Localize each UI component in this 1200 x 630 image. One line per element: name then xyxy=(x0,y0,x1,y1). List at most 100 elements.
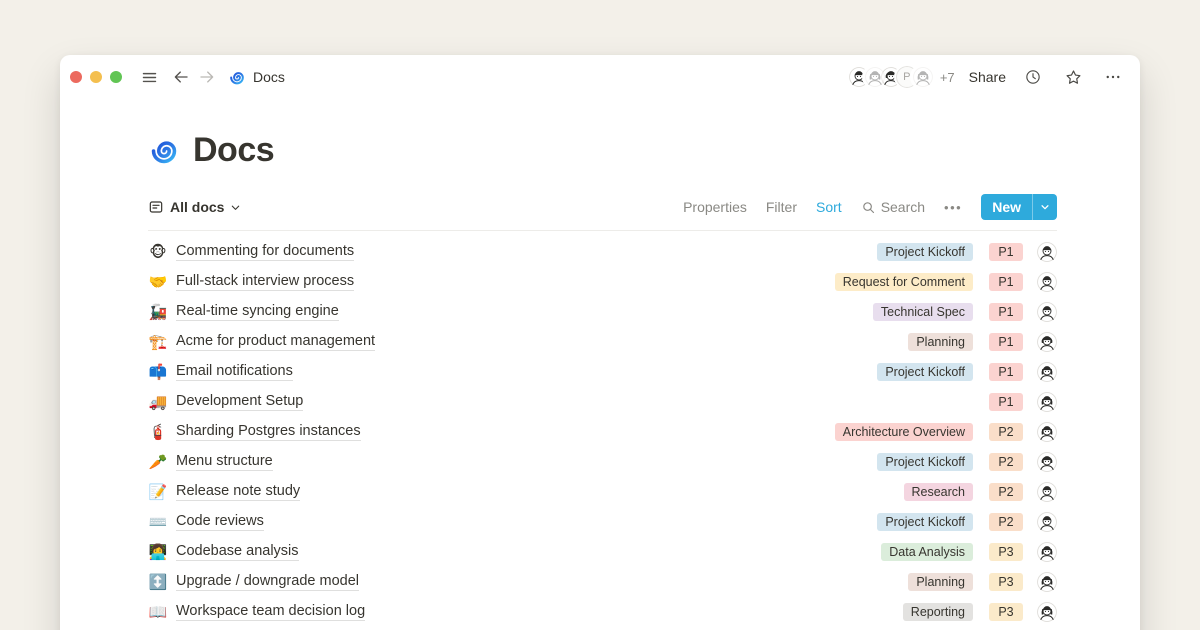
list-item[interactable]: 🐵 Commenting for documents Project Kicko… xyxy=(148,237,1057,267)
priority-badge: P3 xyxy=(989,573,1023,591)
app-window: Docs P +7 Share Docs xyxy=(60,55,1140,630)
chevron-down-icon xyxy=(1040,202,1050,212)
list-item[interactable]: ↕️ Upgrade / downgrade model Planning P3 xyxy=(148,567,1057,597)
assignee-avatar xyxy=(1037,602,1057,622)
collaborator-avatar[interactable] xyxy=(912,66,934,88)
view-toolbar: All docs Properties Filter Sort Search •… xyxy=(148,194,1057,220)
doc-type-tag: Request for Comment xyxy=(835,273,973,291)
doc-type-tag: Technical Spec xyxy=(873,303,973,321)
collaborator-avatar[interactable] xyxy=(864,66,886,88)
doc-emoji-icon: 📖 xyxy=(148,605,168,620)
doc-title-link[interactable]: Sharding Postgres instances xyxy=(176,423,361,441)
page-header: Docs xyxy=(148,131,1057,170)
doc-title-link[interactable]: Release note study xyxy=(176,483,300,501)
chevron-down-icon xyxy=(230,202,241,213)
sidebar-menu-button[interactable] xyxy=(136,64,162,90)
doc-title-link[interactable]: Real-time syncing engine xyxy=(176,303,339,321)
doc-title-link[interactable]: Menu structure xyxy=(176,453,273,471)
view-more-button[interactable]: ••• xyxy=(944,200,962,215)
doc-emoji-icon: 📫 xyxy=(148,365,168,380)
clock-icon xyxy=(1024,68,1042,86)
doc-emoji-icon: 🚂 xyxy=(148,305,168,320)
page-title: Docs xyxy=(193,131,274,170)
doc-title-link[interactable]: Email notifications xyxy=(176,363,293,381)
docs-spiral-logo-large xyxy=(148,134,180,168)
properties-button[interactable]: Properties xyxy=(683,199,747,215)
search-icon xyxy=(861,200,876,215)
assignee-avatar xyxy=(1037,542,1057,562)
doc-title-link[interactable]: Workspace team decision log xyxy=(176,603,365,621)
new-dropdown-chevron[interactable] xyxy=(1033,194,1057,220)
priority-badge: P1 xyxy=(989,393,1023,411)
collaborator-avatar-stack[interactable]: P xyxy=(848,66,934,88)
doc-type-tag: Planning xyxy=(908,573,973,591)
doc-title-link[interactable]: Full-stack interview process xyxy=(176,273,354,291)
doc-title-link[interactable]: Code reviews xyxy=(176,513,264,531)
close-window-button[interactable] xyxy=(70,71,82,83)
doc-emoji-icon: ⌨️ xyxy=(148,515,168,530)
assignee-avatar xyxy=(1037,422,1057,442)
assignee-avatar xyxy=(1037,302,1057,322)
assignee-avatar xyxy=(1037,362,1057,382)
window-more-button[interactable] xyxy=(1100,64,1126,90)
window-titlebar: Docs P +7 Share xyxy=(60,55,1140,99)
search-button[interactable]: Search xyxy=(861,199,925,215)
list-item[interactable]: 🧯 Sharding Postgres instances Architectu… xyxy=(148,417,1057,447)
priority-badge: P2 xyxy=(989,453,1023,471)
priority-badge: P1 xyxy=(989,243,1023,261)
list-item[interactable]: 🤝 Full-stack interview process Request f… xyxy=(148,267,1057,297)
priority-badge: P2 xyxy=(989,423,1023,441)
assignee-avatar xyxy=(1037,392,1057,412)
doc-title-link[interactable]: Codebase analysis xyxy=(176,543,299,561)
zoom-window-button[interactable] xyxy=(110,71,122,83)
list-item[interactable]: 📖 Workspace team decision log Reporting … xyxy=(148,597,1057,627)
list-item[interactable]: 🚂 Real-time syncing engine Technical Spe… xyxy=(148,297,1057,327)
minimize-window-button[interactable] xyxy=(90,71,102,83)
doc-title-link[interactable]: Upgrade / downgrade model xyxy=(176,573,359,591)
docs-spiral-logo-small xyxy=(228,68,246,87)
doc-title-link[interactable]: Development Setup xyxy=(176,393,303,411)
traffic-lights xyxy=(70,71,122,83)
list-view-icon xyxy=(148,199,164,215)
doc-type-tag: Project Kickoff xyxy=(877,453,973,471)
list-item[interactable]: 👩‍💻 Codebase analysis Data Analysis P3 xyxy=(148,537,1057,567)
list-item[interactable]: 🏗️ Acme for product management Planning … xyxy=(148,327,1057,357)
doc-title-link[interactable]: Commenting for documents xyxy=(176,243,354,261)
forward-button[interactable] xyxy=(194,64,220,90)
priority-badge: P2 xyxy=(989,513,1023,531)
doc-emoji-icon: 👩‍💻 xyxy=(148,545,168,560)
doc-emoji-icon: 🐵 xyxy=(148,245,168,260)
new-button[interactable]: New xyxy=(981,194,1057,220)
window-title: Docs xyxy=(253,69,285,85)
assignee-avatar xyxy=(1037,452,1057,472)
priority-badge: P3 xyxy=(989,543,1023,561)
sort-button[interactable]: Sort xyxy=(816,199,842,215)
ellipsis-icon xyxy=(1104,68,1122,86)
priority-badge: P2 xyxy=(989,483,1023,501)
view-selector[interactable]: All docs xyxy=(148,199,241,215)
assignee-avatar xyxy=(1037,242,1057,262)
doc-type-tag: Reporting xyxy=(903,603,973,621)
list-item[interactable]: 🚚 Development Setup P1 xyxy=(148,387,1057,417)
doc-emoji-icon: 📝 xyxy=(148,485,168,500)
doc-title-link[interactable]: Acme for product management xyxy=(176,333,375,351)
favorite-button[interactable] xyxy=(1060,64,1086,90)
share-button[interactable]: Share xyxy=(969,69,1006,85)
docs-list: 🐵 Commenting for documents Project Kicko… xyxy=(148,237,1057,630)
search-button-label: Search xyxy=(881,199,925,215)
doc-type-tag: Project Kickoff xyxy=(877,243,973,261)
filter-button[interactable]: Filter xyxy=(766,199,797,215)
doc-type-tag: Data Analysis xyxy=(881,543,973,561)
doc-type-tag: Research xyxy=(904,483,974,501)
back-button[interactable] xyxy=(168,64,194,90)
view-selector-label: All docs xyxy=(170,199,224,215)
arrow-left-icon xyxy=(172,68,190,86)
list-item[interactable]: 📫 Email notifications Project Kickoff P1 xyxy=(148,357,1057,387)
assignee-avatar xyxy=(1037,512,1057,532)
hamburger-icon xyxy=(141,69,158,86)
list-item[interactable]: 🥕 Menu structure Project Kickoff P2 xyxy=(148,447,1057,477)
updates-button[interactable] xyxy=(1020,64,1046,90)
list-item[interactable]: 📝 Release note study Research P2 xyxy=(148,477,1057,507)
list-item[interactable]: ⌨️ Code reviews Project Kickoff P2 xyxy=(148,507,1057,537)
star-icon xyxy=(1064,68,1083,87)
